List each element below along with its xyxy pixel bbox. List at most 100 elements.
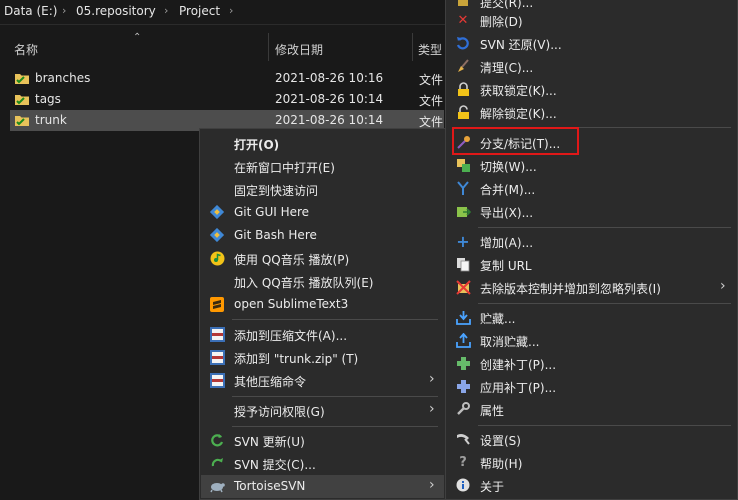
svn-menu-unshelve[interactable]: 取消贮藏... bbox=[447, 329, 736, 352]
chevron-right-icon: › bbox=[720, 278, 726, 294]
menu-separator bbox=[478, 425, 731, 426]
svn-folder-icon bbox=[15, 116, 29, 126]
unshelve-icon bbox=[455, 332, 471, 348]
menu-label: 切换(W)... bbox=[480, 160, 537, 174]
svn-menu-cleanup[interactable]: 清理(C)... bbox=[447, 55, 736, 78]
create-patch-icon bbox=[455, 355, 471, 371]
menu-label: 使用 QQ音乐 播放(P) bbox=[234, 253, 350, 267]
svn-folder-icon bbox=[15, 95, 29, 105]
menu-add-archive[interactable]: 添加到压缩文件(A)... bbox=[201, 323, 444, 346]
breadcrumb-separator-icon: › bbox=[62, 4, 67, 17]
file-row-branches[interactable]: branches 2021-08-26 10:16 文件 bbox=[10, 68, 444, 89]
menu-separator bbox=[232, 426, 438, 427]
menu-label: 添加到压缩文件(A)... bbox=[234, 329, 348, 343]
menu-separator bbox=[232, 319, 438, 320]
svn-menu-copy-url[interactable]: 复制 URL bbox=[447, 253, 736, 276]
ignore-icon bbox=[455, 279, 471, 295]
menu-other-compress[interactable]: 其他压缩命令 › bbox=[201, 369, 444, 392]
chevron-right-icon: › bbox=[429, 477, 435, 493]
svn-menu-settings[interactable]: 设置(S) bbox=[447, 428, 736, 451]
svn-menu-apply-patch[interactable]: 应用补丁(P)... bbox=[447, 375, 736, 398]
git-icon bbox=[209, 227, 225, 243]
revert-icon bbox=[455, 35, 471, 51]
svn-menu-release-lock[interactable]: 解除锁定(K)... bbox=[447, 101, 736, 124]
menu-label: 贮藏... bbox=[480, 312, 516, 326]
menu-open-new-window[interactable]: 在新窗口中打开(E) bbox=[201, 155, 444, 178]
menu-label: 创建补丁(P)... bbox=[480, 358, 557, 372]
menu-label: SVN 还原(V)... bbox=[480, 38, 562, 52]
menu-label: 解除锁定(K)... bbox=[480, 107, 557, 121]
menu-label: 删除(D) bbox=[480, 15, 523, 29]
menu-grant-access[interactable]: 授予访问权限(G) › bbox=[201, 399, 444, 422]
menu-label: 固定到快速访问 bbox=[234, 184, 319, 198]
menu-label: 其他压缩命令 bbox=[234, 375, 307, 389]
breadcrumb-folder-project[interactable]: Project bbox=[179, 4, 220, 18]
explorer-context-menu: 打开(O) 在新窗口中打开(E) 固定到快速访问 Git GUI Here Gi… bbox=[199, 128, 446, 500]
winrar-icon bbox=[209, 349, 225, 365]
column-date[interactable]: 修改日期 bbox=[275, 41, 323, 58]
svn-menu-merge[interactable]: 合并(M)... bbox=[447, 177, 736, 200]
menu-separator bbox=[478, 303, 731, 304]
menu-git-bash[interactable]: Git Bash Here bbox=[201, 224, 444, 247]
address-bar[interactable]: Data (E:) › 05.repository › Project › bbox=[0, 0, 446, 25]
commit-icon bbox=[455, 0, 471, 9]
svn-menu-create-patch[interactable]: 创建补丁(P)... bbox=[447, 352, 736, 375]
column-type[interactable]: 类型 bbox=[418, 41, 442, 58]
menu-add-zip[interactable]: 添加到 "trunk.zip" (T) bbox=[201, 346, 444, 369]
file-name: tags bbox=[35, 92, 61, 106]
menu-tortoisesvn[interactable]: TortoiseSVN › bbox=[201, 475, 444, 498]
file-row-tags[interactable]: tags 2021-08-26 10:14 文件 bbox=[10, 89, 444, 110]
file-type: 文件 bbox=[419, 73, 444, 87]
menu-label: 打开(O) bbox=[234, 138, 280, 152]
menu-pin-quick-access[interactable]: 固定到快速访问 bbox=[201, 178, 444, 201]
tortoise-icon bbox=[209, 478, 225, 494]
menu-label: 获取锁定(K)... bbox=[480, 84, 557, 98]
menu-svn-commit[interactable]: SVN 提交(C)... bbox=[201, 452, 444, 475]
file-type: 文件 bbox=[419, 94, 444, 108]
svn-menu-help[interactable]: ? 帮助(H) bbox=[447, 451, 736, 474]
menu-open[interactable]: 打开(O) bbox=[201, 132, 444, 155]
menu-label: 复制 URL bbox=[480, 259, 532, 273]
breadcrumb-folder-repository[interactable]: 05.repository bbox=[76, 4, 156, 18]
column-divider[interactable] bbox=[412, 33, 413, 61]
svn-menu-delete[interactable]: ✕ 删除(D) bbox=[447, 9, 736, 32]
menu-label: Git GUI Here bbox=[234, 205, 310, 219]
svn-menu-switch[interactable]: 切换(W)... bbox=[447, 154, 736, 177]
column-divider[interactable] bbox=[268, 33, 269, 61]
svn-menu-revert[interactable]: SVN 还原(V)... bbox=[447, 32, 736, 55]
menu-label: 帮助(H) bbox=[480, 457, 523, 471]
menu-label: 在新窗口中打开(E) bbox=[234, 161, 335, 175]
svn-menu-export[interactable]: 导出(X)... bbox=[447, 200, 736, 223]
menu-git-gui[interactable]: Git GUI Here bbox=[201, 201, 444, 224]
breadcrumb-drive[interactable]: Data (E:) bbox=[4, 4, 57, 18]
breadcrumb-separator-icon: › bbox=[229, 4, 234, 17]
svn-folder-icon bbox=[15, 74, 29, 84]
menu-label: 设置(S) bbox=[480, 434, 521, 448]
svn-menu-get-lock[interactable]: 获取锁定(K)... bbox=[447, 78, 736, 101]
tortoisesvn-submenu: 提交(R)... ✕ 删除(D) SVN 还原(V)... 清理(C)... 获… bbox=[445, 0, 738, 500]
svn-menu-about[interactable]: 关于 bbox=[447, 474, 736, 497]
apply-patch-icon bbox=[455, 378, 471, 394]
file-date: 2021-08-26 10:16 bbox=[275, 71, 384, 85]
svn-menu-properties[interactable]: 属性 bbox=[447, 398, 736, 421]
menu-qq-queue[interactable]: 加入 QQ音乐 播放队列(E) bbox=[201, 270, 444, 293]
menu-sublime[interactable]: open SublimeText3 bbox=[201, 293, 444, 316]
svn-menu-unversion-ignore[interactable]: 去除版本控制并增加到忽略列表(I) › bbox=[447, 276, 736, 299]
file-name: trunk bbox=[35, 113, 67, 127]
git-icon bbox=[209, 204, 225, 220]
menu-separator bbox=[232, 396, 438, 397]
export-icon bbox=[455, 203, 471, 219]
menu-qq-play[interactable]: 使用 QQ音乐 播放(P) bbox=[201, 247, 444, 270]
menu-label: 加入 QQ音乐 播放队列(E) bbox=[234, 276, 374, 290]
column-name[interactable]: 名称 bbox=[14, 41, 38, 58]
menu-svn-update[interactable]: SVN 更新(U) bbox=[201, 429, 444, 452]
menu-label: open SublimeText3 bbox=[234, 297, 349, 311]
menu-label: SVN 更新(U) bbox=[234, 435, 305, 449]
qq-music-icon bbox=[209, 250, 225, 266]
highlight-box bbox=[452, 127, 579, 155]
file-name: branches bbox=[35, 71, 91, 85]
svn-menu-shelve[interactable]: 贮藏... bbox=[447, 306, 736, 329]
svn-menu-add[interactable]: + 增加(A)... bbox=[447, 230, 736, 253]
file-date: 2021-08-26 10:14 bbox=[275, 92, 384, 106]
menu-label: 关于 bbox=[480, 480, 505, 494]
